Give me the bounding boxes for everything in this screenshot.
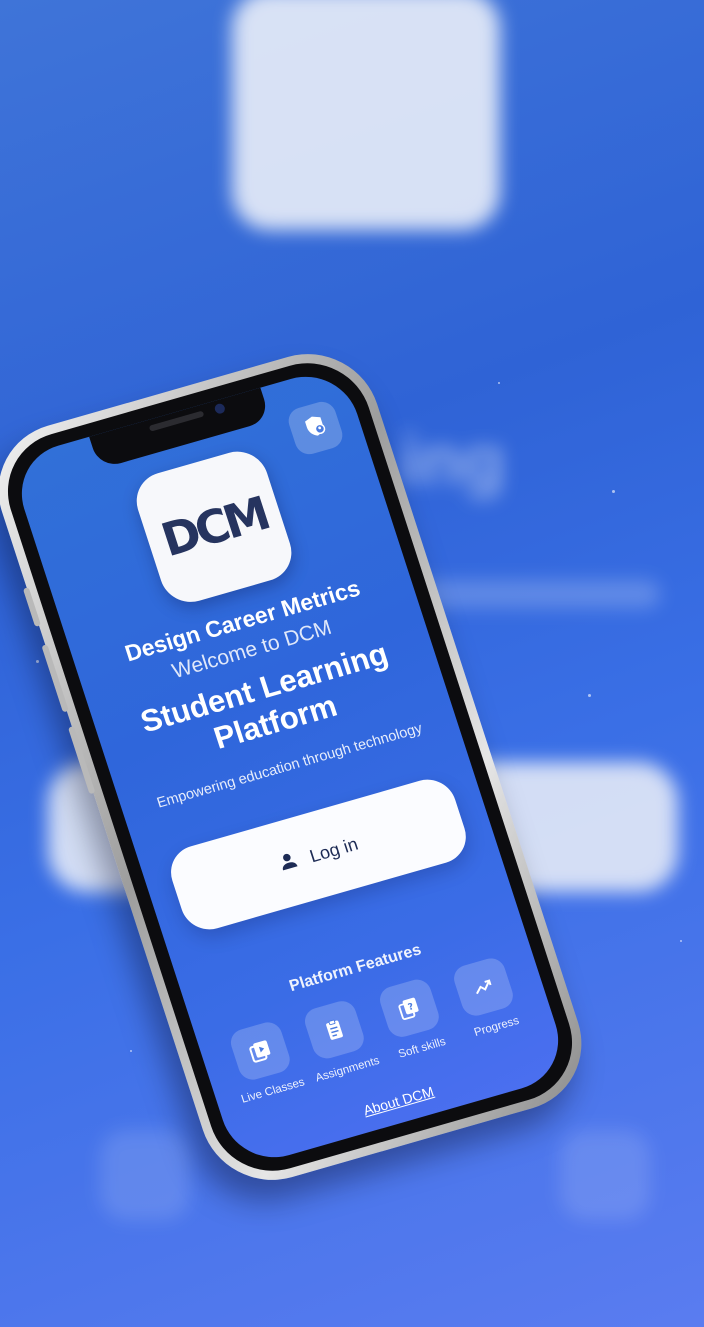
- app-logo: DCM: [128, 444, 300, 609]
- sparkle-dot: [612, 490, 615, 493]
- trending-up-icon: [450, 955, 517, 1019]
- login-label: Log in: [306, 833, 361, 866]
- sparkle-dot: [588, 694, 591, 697]
- clipboard-icon: [301, 997, 368, 1062]
- front-camera: [213, 402, 227, 415]
- sparkle-dot: [130, 1050, 132, 1052]
- speaker-grille: [148, 410, 205, 432]
- video-library-icon: [227, 1019, 294, 1083]
- background-tile: [100, 1130, 190, 1220]
- background-tile: [560, 1130, 650, 1220]
- feature-label: Assignments: [314, 1054, 382, 1085]
- admin-shield-button[interactable]: [285, 398, 347, 458]
- sparkle-dot: [498, 382, 500, 384]
- quiz-icon: ?: [376, 976, 443, 1041]
- feature-label: Soft skills: [396, 1035, 448, 1061]
- feature-label: Live Classes: [239, 1076, 307, 1106]
- features-row: Live Classes Assignments ? Soft skills P…: [215, 952, 536, 1108]
- sparkle-dot: [680, 940, 682, 942]
- logo-text: DCM: [154, 486, 274, 568]
- sparkle-dot: [36, 660, 39, 663]
- background-headline-blur: ing: [400, 421, 505, 499]
- feature-label: Progress: [472, 1014, 521, 1039]
- login-button[interactable]: Log in: [163, 773, 474, 936]
- person-icon: [276, 848, 303, 877]
- background-logo: [232, 0, 500, 230]
- shield-person-icon: [299, 411, 331, 445]
